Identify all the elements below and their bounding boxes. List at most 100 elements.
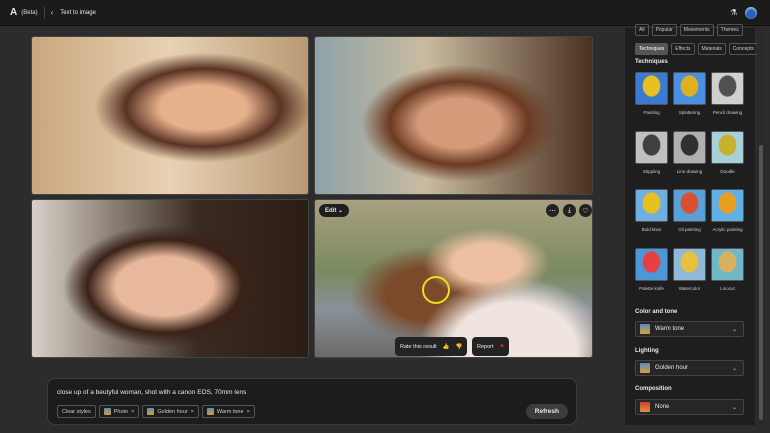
technique-tile[interactable]: Palette knife (635, 247, 668, 291)
beta-label: (Beta) (21, 9, 38, 16)
style-thumbnail-icon (640, 402, 650, 412)
tab-materials[interactable]: Materials (697, 43, 726, 55)
remove-icon[interactable]: × (247, 409, 250, 415)
chevron-down-icon: ⌄ (731, 404, 737, 411)
technique-tile[interactable]: Splattering (673, 72, 706, 115)
tab-techniques[interactable]: Techniques (635, 43, 669, 55)
technique-tile[interactable]: Bold lines (635, 189, 668, 232)
section-heading: Techniques (635, 59, 668, 65)
technique-tile[interactable]: Line drawing (673, 130, 706, 174)
remove-icon[interactable]: × (191, 409, 194, 415)
composition-dropdown[interactable]: None ⌄ (635, 399, 744, 415)
technique-tile[interactable]: Painting (635, 72, 668, 115)
dropdown-value: None (655, 404, 670, 410)
balloon-thumbnail-icon (711, 247, 744, 281)
balloon-thumbnail-icon (711, 189, 744, 222)
composition-label: Composition (635, 386, 672, 392)
report-button[interactable]: Report ⚑ (472, 337, 510, 356)
style-subtabs: Techniques Effects Materials Concepts (635, 43, 758, 55)
page-title: Text to image (60, 9, 96, 16)
technique-tile[interactable]: Stippling (635, 130, 668, 174)
balloon-thumbnail-icon (673, 72, 706, 105)
tab-concepts[interactable]: Concepts (728, 43, 758, 55)
clear-styles-button[interactable]: Clear styles (57, 405, 96, 418)
technique-label: Bold lines (641, 227, 662, 232)
more-options-icon[interactable]: ⋯ (546, 204, 559, 217)
style-thumbnail-icon (103, 408, 111, 415)
cursor-highlight (422, 276, 450, 304)
report-label: Report (477, 343, 494, 350)
prompt-input[interactable]: close up of a beutyful woman, shot with … (57, 389, 246, 396)
thumbs-down-icon[interactable]: 👎 (456, 344, 463, 350)
generated-image-2[interactable] (314, 36, 593, 195)
generated-image-4[interactable]: Edit ⌄ ⋯ ⤓ ♡ Rate this result 👍 👎 Report… (314, 199, 593, 358)
edit-button[interactable]: Edit ⌄ (319, 204, 350, 217)
tab-all[interactable]: All (635, 24, 649, 36)
balloon-thumbnail-icon (673, 247, 706, 281)
technique-tile[interactable]: Linocut (711, 247, 744, 291)
flag-icon: ⚑ (499, 343, 505, 350)
balloon-thumbnail-icon (673, 189, 706, 222)
flask-icon[interactable]: ⚗ (730, 8, 737, 17)
divider (43, 6, 45, 19)
color-tone-dropdown[interactable]: Warm tone ⌄ (635, 321, 744, 337)
technique-label: Stippling (642, 168, 661, 174)
rate-result-bar: Rate this result 👍 👎 (395, 337, 468, 356)
chip-label: Photo (113, 408, 129, 415)
balloon-thumbnail-icon (635, 247, 668, 281)
technique-label: Acrylic painting (712, 227, 743, 232)
chip-label: Golden hour (157, 408, 188, 415)
style-thumbnail-icon (640, 363, 650, 373)
style-thumbnail-icon (640, 324, 650, 334)
tab-themes[interactable]: Themes (716, 24, 743, 36)
balloon-thumbnail-icon (673, 130, 706, 164)
avatar[interactable] (745, 7, 757, 19)
thumbs-up-icon[interactable]: 👍 (443, 344, 450, 350)
lighting-label: Lighting (635, 348, 659, 354)
balloon-thumbnail-icon (635, 189, 668, 222)
style-thumbnail-icon (147, 408, 155, 415)
generated-image-3[interactable] (31, 199, 309, 358)
technique-label: Watercolor (678, 285, 701, 291)
style-chip[interactable]: Photo × (98, 405, 140, 418)
balloon-thumbnail-icon (711, 130, 744, 164)
dropdown-value: Warm tone (655, 326, 685, 332)
lighting-dropdown[interactable]: Golden hour ⌄ (635, 360, 744, 376)
edit-label: Edit (325, 208, 337, 214)
technique-label: Pencil drawing (712, 110, 743, 115)
favorite-icon[interactable]: ♡ (579, 204, 592, 217)
technique-tile[interactable]: Acrylic painting (711, 189, 744, 232)
technique-label: Oil painting (678, 227, 701, 232)
technique-label: Painting (643, 110, 660, 115)
technique-tile[interactable]: Doodle (711, 130, 744, 174)
tab-popular[interactable]: Popular (651, 24, 677, 36)
style-category-tabs: All Popular Movements Themes (635, 24, 743, 36)
tab-movements[interactable]: Movements (679, 24, 714, 36)
balloon-thumbnail-icon (635, 130, 668, 164)
technique-tile[interactable]: Watercolor (673, 247, 706, 291)
balloon-thumbnail-icon (711, 72, 744, 105)
download-icon[interactable]: ⤓ (563, 204, 576, 217)
technique-tile[interactable]: Oil painting (673, 189, 706, 232)
tab-effects[interactable]: Effects (671, 43, 695, 55)
refresh-button[interactable]: Refresh (525, 404, 568, 419)
chip-label: Warm tone (216, 408, 244, 415)
scrollbar-thumb[interactable] (759, 145, 763, 420)
technique-tile[interactable]: Pencil drawing (711, 72, 744, 115)
prompt-box: close up of a beutyful woman, shot with … (47, 378, 577, 425)
adobe-logo-icon[interactable]: A (10, 7, 17, 18)
style-thumbnail-icon (206, 408, 214, 415)
technique-label: Linocut (720, 285, 735, 291)
color-tone-label: Color and tone (635, 309, 678, 315)
style-chip[interactable]: Golden hour × (142, 405, 199, 418)
back-button[interactable]: ‹ (51, 8, 54, 17)
rate-label: Rate this result (400, 343, 437, 350)
remove-icon[interactable]: × (131, 409, 134, 415)
style-chip[interactable]: Warm tone × (201, 405, 255, 418)
generated-image-1[interactable] (31, 36, 309, 195)
technique-label: Palette knife (639, 285, 664, 291)
dropdown-value: Golden hour (655, 365, 689, 371)
balloon-thumbnail-icon (635, 72, 668, 105)
chevron-down-icon: ⌄ (731, 365, 737, 372)
app-header: A (Beta) ‹ Text to image ⚗ (0, 0, 770, 26)
